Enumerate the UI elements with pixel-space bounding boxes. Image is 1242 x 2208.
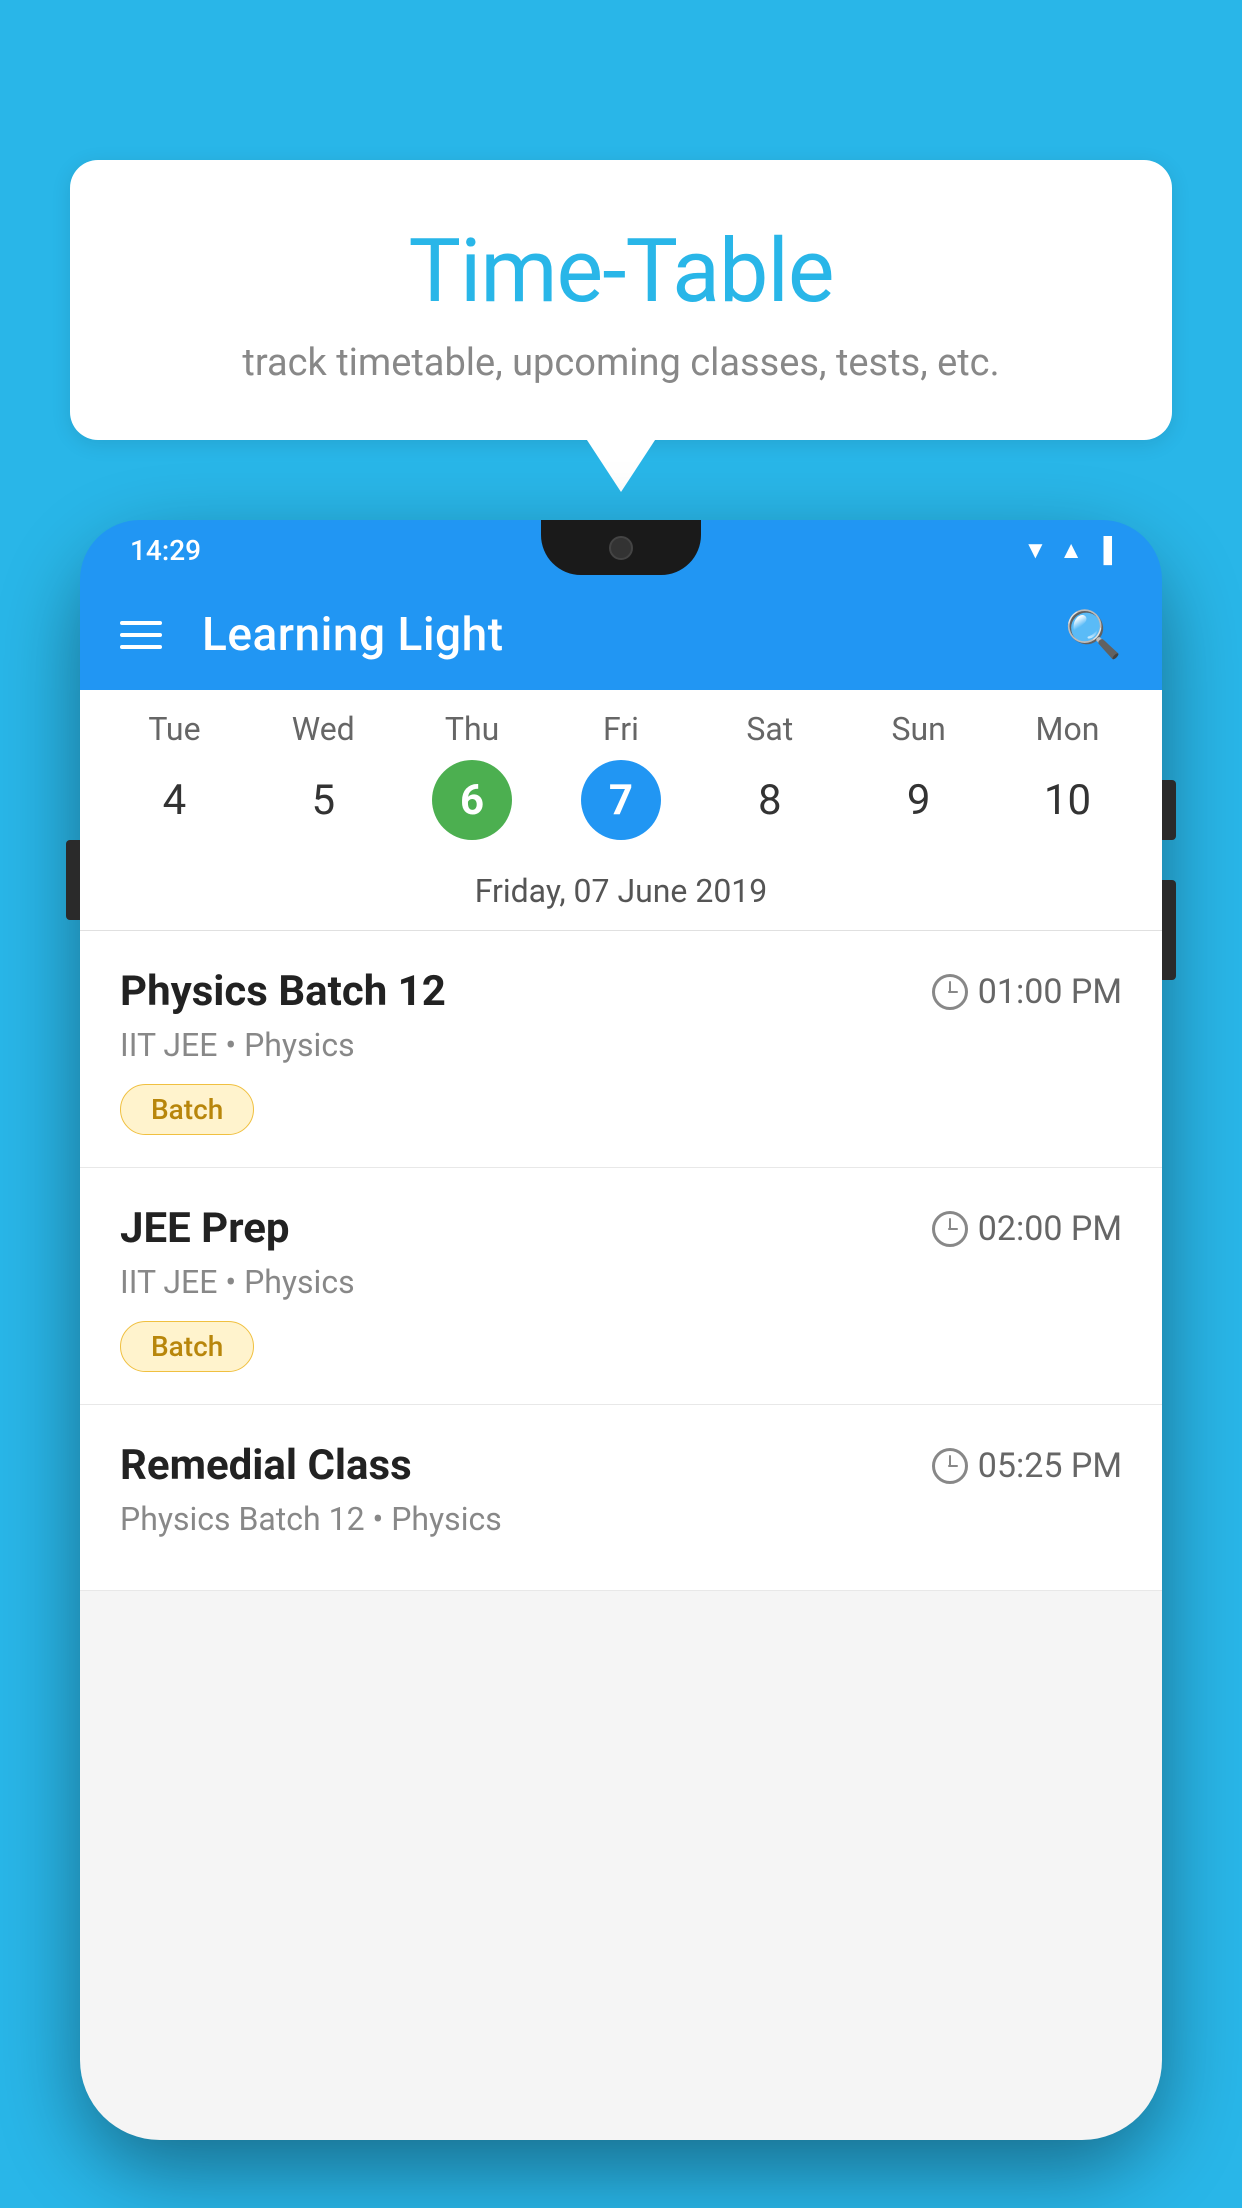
day-col-wed[interactable]: Wed 5 — [258, 710, 388, 840]
day-name: Wed — [292, 710, 355, 748]
schedule-item[interactable]: Physics Batch 12 01:00 PM IIT JEE • Physic… — [80, 931, 1162, 1168]
status-time: 14:29 — [130, 534, 201, 567]
phone-screen: Learning Light 🔍 Tue 4 Wed 5 Thu 6 Fri 7 Sat 8 Sun… — [80, 580, 1162, 2140]
time-text: 05:25 PM — [978, 1446, 1122, 1486]
schedule-title: JEE Prep — [120, 1204, 290, 1253]
clock-icon — [932, 1448, 968, 1484]
schedule-item-header: Physics Batch 12 01:00 PM — [120, 967, 1122, 1016]
day-number: 7 — [581, 760, 661, 840]
time-text: 01:00 PM — [978, 972, 1122, 1012]
batch-badge: Batch — [120, 1084, 254, 1135]
bubble-subtitle: track timetable, upcoming classes, tests… — [130, 341, 1112, 385]
search-button[interactable]: 🔍 — [1065, 608, 1122, 662]
time-text: 02:00 PM — [978, 1209, 1122, 1249]
day-number: 8 — [730, 760, 810, 840]
status-bar: 14:29 ▼ ▲ ▐ — [80, 520, 1162, 580]
schedule-item[interactable]: JEE Prep 02:00 PM IIT JEE • Physics Batch — [80, 1168, 1162, 1405]
phone-frame: 14:29 ▼ ▲ ▐ Learning Light 🔍 — [80, 520, 1162, 2140]
notch — [541, 520, 701, 575]
bubble-title: Time-Table — [130, 220, 1112, 323]
schedule-list: Physics Batch 12 01:00 PM IIT JEE • Physic… — [80, 931, 1162, 1591]
schedule-time: 05:25 PM — [932, 1446, 1122, 1486]
speech-bubble: Time-Table track timetable, upcoming cla… — [70, 160, 1172, 440]
hamburger-menu-button[interactable] — [120, 621, 162, 649]
day-number: 5 — [283, 760, 363, 840]
app-bar: Learning Light 🔍 — [80, 580, 1162, 690]
app-title: Learning Light — [202, 608, 1025, 662]
day-col-tue[interactable]: Tue 4 — [109, 710, 239, 840]
day-number: 10 — [1027, 760, 1107, 840]
battery-icon: ▐ — [1095, 536, 1112, 565]
days-header: Tue 4 Wed 5 Thu 6 Fri 7 Sat 8 Sun 9 Mon 10 — [80, 710, 1162, 856]
signal-icon: ▲ — [1059, 536, 1083, 565]
clock-icon — [932, 1211, 968, 1247]
calendar-strip: Tue 4 Wed 5 Thu 6 Fri 7 Sat 8 Sun 9 Mon 10 Friday, 07… — [80, 690, 1162, 931]
wifi-icon: ▼ — [1023, 536, 1047, 565]
day-col-mon[interactable]: Mon 10 — [1002, 710, 1132, 840]
day-number: 6 — [432, 760, 512, 840]
day-number: 9 — [879, 760, 959, 840]
schedule-meta: Physics Batch 12 • Physics — [120, 1500, 1122, 1538]
schedule-meta: IIT JEE • Physics — [120, 1026, 1122, 1064]
day-name: Sat — [746, 710, 793, 748]
day-name: Fri — [603, 710, 639, 748]
camera — [609, 536, 633, 560]
side-button-right-bottom — [1162, 880, 1176, 980]
side-button-right-top — [1162, 780, 1176, 840]
day-col-sat[interactable]: Sat 8 — [705, 710, 835, 840]
day-col-fri[interactable]: Fri 7 — [556, 710, 686, 840]
schedule-meta: IIT JEE • Physics — [120, 1263, 1122, 1301]
side-button-left — [66, 840, 80, 920]
day-number: 4 — [134, 760, 214, 840]
day-col-thu[interactable]: Thu 6 — [407, 710, 537, 840]
schedule-item-header: JEE Prep 02:00 PM — [120, 1204, 1122, 1253]
day-name: Tue — [148, 710, 200, 748]
schedule-time: 01:00 PM — [932, 972, 1122, 1012]
schedule-item-header: Remedial Class 05:25 PM — [120, 1441, 1122, 1490]
day-name: Thu — [445, 710, 499, 748]
schedule-time: 02:00 PM — [932, 1209, 1122, 1249]
batch-badge: Batch — [120, 1321, 254, 1372]
speech-bubble-container: Time-Table track timetable, upcoming cla… — [70, 160, 1172, 440]
schedule-title: Remedial Class — [120, 1441, 412, 1490]
schedule-item[interactable]: Remedial Class 05:25 PM Physics Batch 12 •… — [80, 1405, 1162, 1591]
day-name: Sun — [891, 710, 945, 748]
phone-container: 14:29 ▼ ▲ ▐ Learning Light 🔍 — [80, 520, 1162, 2208]
selected-date-label: Friday, 07 June 2019 — [80, 856, 1162, 931]
schedule-title: Physics Batch 12 — [120, 967, 446, 1016]
status-icons: ▼ ▲ ▐ — [1023, 536, 1112, 565]
day-name: Mon — [1036, 710, 1100, 748]
clock-icon — [932, 974, 968, 1010]
day-col-sun[interactable]: Sun 9 — [854, 710, 984, 840]
